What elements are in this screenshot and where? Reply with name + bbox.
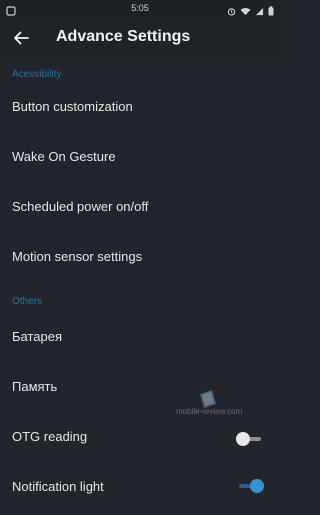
status-bar: 5:05 [0,0,280,18]
section-header-accessibility: Acessibility [12,69,62,80]
settings-list: Acessibility Button customization Wake O… [0,58,280,501]
page-title: Advance Settings [56,28,191,45]
list-item-label: Notification light [12,479,104,494]
motion-sensor-item[interactable]: Motion sensor settings [0,235,280,284]
toggle-thumb [250,479,264,493]
list-item-label: Батарея [12,329,63,344]
list-item-label: Motion sensor settings [12,249,143,264]
button-customization-item[interactable]: Button customization [0,88,280,137]
wake-on-gesture-item[interactable]: Wake On Gesture [0,137,280,186]
scheduled-power-item[interactable]: Scheduled power on/off [0,186,280,235]
list-item-label: Button customization [12,99,133,114]
notification-light-item[interactable]: Notification light [0,459,280,501]
watermark: mobile-review.com [172,388,262,416]
app-bar: Advance Settings [0,18,280,58]
notification-light-toggle[interactable] [236,479,264,493]
list-item-label: Память [12,379,58,394]
battery-item[interactable]: Батарея [0,312,280,361]
watermark-text: mobile-review.com [176,407,243,416]
list-item-label: OTG reading [12,429,88,444]
list-item-label: Wake On Gesture [12,149,116,164]
back-arrow-icon[interactable] [10,27,32,49]
section-header-others: Others [12,296,43,307]
list-item-label: Scheduled power on/off [12,199,149,214]
otg-reading-toggle[interactable] [236,431,264,446]
toggle-thumb [236,431,250,446]
otg-reading-item[interactable]: OTG reading [0,410,280,459]
